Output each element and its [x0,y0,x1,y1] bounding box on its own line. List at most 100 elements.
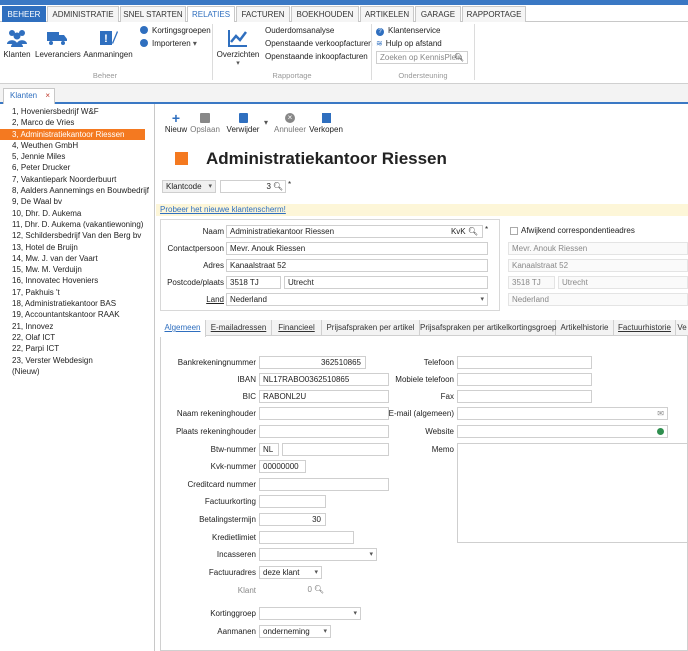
tab-algemeen[interactable]: Algemeen [160,320,206,337]
klanten-button[interactable]: Klanten [2,28,32,59]
factuuradres-dropdown[interactable]: deze klant [259,566,322,579]
globe-icon[interactable] [657,428,664,435]
tab-factuurhistorie[interactable]: Factuurhistorie [614,320,676,336]
tab-boekhouden[interactable]: BOEKHOUDEN [291,6,359,22]
client-list-item[interactable]: 12, Schildersbedrijf Van den Berg bv [0,230,154,241]
tab-rapportage[interactable]: RAPPORTAGE [462,6,526,22]
tab-facturen[interactable]: FACTUREN [236,6,290,22]
tab-relaties[interactable]: RELATIES [187,6,235,23]
save-button[interactable]: Opslaan [190,112,220,134]
tab-garage[interactable]: GARAGE [415,6,461,22]
client-list-item[interactable]: 9, De Waal bv [0,196,154,207]
plaats-input[interactable]: Utrecht [284,276,488,289]
factuurkorting-input[interactable] [259,495,326,508]
client-list-item[interactable]: 4, Weuthen GmbH [0,140,154,151]
adres-input[interactable]: Kanaalstraat 52 [226,259,488,272]
client-list-item[interactable]: 14, Mw. J. van der Vaart [0,253,154,264]
client-list-item[interactable]: 22, Olaf ICT [0,332,154,343]
tab-artikelhistorie[interactable]: Artikelhistorie [556,320,614,336]
mobiel-input[interactable] [457,373,592,386]
client-list-item[interactable]: 16, Innovatec Hoveniers [0,275,154,286]
iban-input[interactable]: NL17RABO0362510865 [259,373,389,386]
kvk-nummer-input[interactable]: 00000000 [259,460,306,473]
aanmaningen-button[interactable]: ! Aanmaningen [82,28,134,59]
kvk-lookup[interactable]: KvK 🔍︎ [451,226,478,237]
btw-input[interactable] [282,443,389,456]
inkoopfacturen-link[interactable]: Openstaande inkoopfacturen [265,52,368,61]
postcode-input[interactable]: 3518 TJ [226,276,281,289]
tab-overflow[interactable]: Ve [676,320,688,336]
client-list-item[interactable]: 11, Dhr. D. Aukema (vakantiewoning) [0,219,154,230]
land-label[interactable]: Land [160,295,224,304]
kortinggroep-dropdown[interactable] [259,607,361,620]
client-list-item[interactable]: 6, Peter Drucker [0,162,154,173]
tab-emailadressen[interactable]: E-mailadressen [206,320,272,336]
klantcode-dropdown[interactable]: Klantcode [162,180,216,193]
klantenservice-button[interactable]: ? Klantenservice [376,26,440,36]
client-list[interactable]: 1, Hoveniersbedrijf W&F 2, Marco de Vries… [0,104,155,651]
bank-input[interactable]: 362510865 [259,356,366,369]
delete-button[interactable]: Verwijder [224,112,262,134]
tab-administratie[interactable]: ADMINISTRATIE [47,6,119,22]
kennisplein-search-input[interactable]: Zoeken op KennisPlein 🔍︎ [376,51,468,64]
tab-financieel[interactable]: Financieel [272,320,322,336]
search-icon[interactable]: 🔍︎ [314,584,324,595]
importeren-button[interactable]: Importeren ▾ [140,39,197,48]
betalingstermijn-input[interactable]: 30 [259,513,326,526]
website-input[interactable] [457,425,668,438]
afwijkend-checkbox[interactable] [510,227,518,235]
client-list-item[interactable]: 2, Marco de Vries [0,117,154,128]
client-list-item[interactable]: 21, Innovez [0,321,154,332]
client-list-item[interactable]: 15, Mw. M. Verduijn [0,264,154,275]
client-list-item[interactable]: 1, Hoveniersbedrijf W&F [0,106,154,117]
naam-rekeninghouder-input[interactable] [259,407,389,420]
hulp-op-afstand-button[interactable]: ≋ Hulp op afstand [376,39,442,48]
search-icon[interactable]: 🔍︎ [273,181,283,192]
kortingsgroepen-button[interactable]: Kortingsgroepen [140,26,211,35]
memo-textarea[interactable] [457,443,688,543]
email-input[interactable]: ✉ [457,407,668,420]
client-list-item[interactable]: 10, Dhr. D. Aukema [0,208,154,219]
tab-klanten-document[interactable]: Klanten × [3,88,55,104]
btw-prefix-input[interactable]: NL [259,443,279,456]
client-list-item[interactable]: 8, Aalders Aannemings en Bouwbedrijf [0,185,154,196]
tab-prijsafspraken-artikel[interactable]: Prijsafspraken per artikel [322,320,420,336]
client-list-item[interactable]: 5, Jennie Miles [0,151,154,162]
client-list-item[interactable]: 3, Administratiekantoor Riessen [0,128,145,140]
client-list-item[interactable]: (Nieuw) [0,366,154,377]
chevron-down-icon[interactable]: ▾ [262,118,270,127]
client-list-item[interactable]: 13, Hotel de Bruijn [0,242,154,253]
klant-input[interactable]: 0 🔍︎ [259,584,326,597]
sell-button[interactable]: Verkopen [308,112,344,134]
fax-input[interactable] [457,390,592,403]
new-client-screen-link[interactable]: Probeer het nieuwe klantenscherm! [160,205,286,214]
close-icon[interactable]: × [45,89,50,103]
aanmanen-dropdown[interactable]: onderneming [259,625,331,638]
corr-plaats-input[interactable]: Utrecht [558,276,688,289]
klantcode-input[interactable]: 3 🔍︎ [220,180,286,193]
corr-land-input[interactable]: Nederland [508,293,688,306]
corr-contact-input[interactable]: Mevr. Anouk Riessen [508,242,688,255]
tab-artikelen[interactable]: ARTIKELEN [360,6,414,22]
client-list-item[interactable]: 22, Parpi ICT [0,343,154,354]
incasseren-dropdown[interactable] [259,548,377,561]
telefoon-input[interactable] [457,356,592,369]
tab-beheer[interactable]: BEHEER [2,6,46,22]
cancel-button[interactable]: × Annuleer [272,112,308,134]
kredietlimiet-input[interactable] [259,531,354,544]
client-list-item[interactable]: 19, Accountantskantoor RAAK [0,309,154,320]
client-list-item[interactable]: 17, Pakhuis 't [0,287,154,298]
client-list-item[interactable]: 7, Vakantiepark Noorderbuurt [0,174,154,185]
mail-icon[interactable]: ✉ [657,408,664,419]
plaats-rekeninghouder-input[interactable] [259,425,389,438]
contactpersoon-input[interactable]: Mevr. Anouk Riessen [226,242,488,255]
corr-adres-input[interactable]: Kanaalstraat 52 [508,259,688,272]
tab-snel-starten[interactable]: SNEL STARTEN [120,6,186,22]
client-list-item[interactable]: 23, Verster Webdesign [0,355,154,366]
corr-postcode-input[interactable]: 3518 TJ [508,276,555,289]
tab-prijsafspraken-kortingsgroep[interactable]: Prijsafspraken per artikelkortingsgroep [420,320,557,336]
leveranciers-button[interactable]: Leveranciers [35,28,81,59]
ouderdomsanalyse-link[interactable]: Ouderdomsanalyse [265,26,334,35]
client-list-item[interactable]: 18, Administratiekantoor BAS [0,298,154,309]
verkoopfacturen-link[interactable]: Openstaande verkoopfacturen [265,39,373,48]
